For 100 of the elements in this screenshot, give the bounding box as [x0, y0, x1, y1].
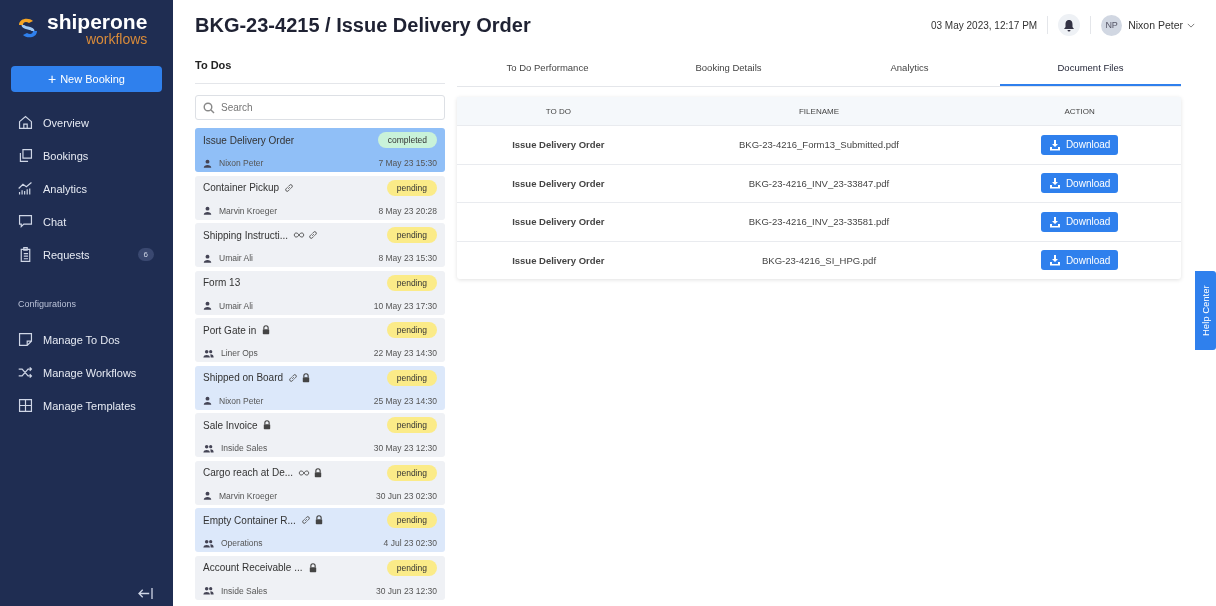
copy-icon — [17, 147, 34, 164]
todo-title: Issue Delivery Order — [203, 134, 295, 146]
todo-card[interactable]: Form 13 pending Umair Ali 10 May 23 17:30 — [195, 270, 445, 315]
download-icon — [1048, 138, 1061, 151]
column-header: TO DO — [544, 105, 572, 118]
chat-icon — [17, 213, 34, 230]
user-avatar[interactable]: NP — [1101, 14, 1123, 36]
download-button[interactable]: Download — [1040, 211, 1119, 232]
lock-icon — [313, 515, 324, 525]
table-cell: Issue Delivery Order — [512, 216, 605, 228]
brand-subtitle: workflows — [85, 31, 148, 46]
due-date: 7 May 23 15:30 — [378, 158, 437, 168]
nav-item[interactable]: Analytics — [11, 172, 162, 205]
todo-title: Container Pickup — [203, 182, 280, 193]
lock-icon — [307, 562, 318, 573]
due-date: 10 May 23 17:30 — [373, 300, 437, 311]
assignee-name: Inside Sales — [221, 585, 268, 596]
todo-card[interactable]: Container Pickup pending Marvin Kroeger 8 May 23 20:28 — [195, 175, 445, 220]
due-date: 4 Jul 23 02:30 — [383, 538, 437, 548]
tab[interactable]: To Do Performance — [457, 50, 638, 86]
search-field[interactable]: Search — [195, 95, 445, 120]
status-badge: pending — [386, 464, 437, 481]
user-name[interactable]: Nixon Peter — [1128, 19, 1183, 31]
todo-card[interactable]: Shipped on Board pending Nixon Peter 25 May 23 14:30 — [195, 365, 445, 410]
nav-item[interactable]: Manage Workflows — [11, 356, 162, 389]
nav-item[interactable]: Manage Templates — [11, 389, 162, 422]
page-title: BKG-23-4215 / Issue Delivery Order — [195, 13, 531, 37]
lock-icon — [261, 325, 272, 335]
todo-card[interactable]: Cargo reach at De... pending Marvin Kroeger 30 Jun 23 02:30 — [195, 460, 445, 505]
lock-icon — [301, 372, 312, 383]
table-cell: BKG-23-4216_SI_HPG.pdf — [761, 254, 877, 266]
download-button[interactable]: Download — [1040, 173, 1119, 194]
due-date: 30 May 23 12:30 — [373, 443, 437, 453]
todo-card[interactable]: Empty Container R... pending Operations 4 Jul 23 02:30 — [195, 508, 445, 552]
table-cell: BKG-23-4216_INV_23-33581.pdf — [748, 216, 890, 228]
infinity-icon — [298, 467, 311, 478]
todo-card[interactable]: Sale Invoice pending Inside Sales 30 May 23 12:30 — [195, 413, 445, 457]
collapse-icon[interactable] — [137, 587, 154, 600]
table-cell: Issue Delivery Order — [512, 177, 605, 189]
notification-button[interactable] — [1058, 14, 1081, 36]
due-date: 30 Jun 23 02:30 — [376, 490, 437, 501]
shuffle-icon — [17, 364, 34, 381]
download-button[interactable]: Download — [1040, 250, 1119, 271]
todo-title: Form 13 — [203, 277, 241, 288]
nav-item[interactable]: Requests 6 — [11, 238, 162, 271]
grid-icon — [17, 397, 34, 414]
status-badge: pending — [386, 274, 437, 291]
download-icon — [1048, 215, 1061, 228]
assignee-name: Nixon Peter — [219, 158, 264, 168]
todo-card[interactable]: Shipping Instructi... pending Umair Ali 8 May 23 15:30 — [195, 223, 445, 267]
column-header: FILENAME — [798, 105, 840, 118]
link-icon — [300, 515, 311, 525]
search-icon — [203, 101, 215, 114]
due-date: 8 May 23 20:28 — [378, 205, 437, 216]
new-booking-button[interactable]: + New Booking — [11, 66, 162, 92]
assignee-name: Inside Sales — [221, 443, 268, 453]
todo-title: Cargo reach at De... — [203, 467, 294, 478]
status-badge: pending — [386, 559, 437, 576]
todo-title: Account Receivable ... — [203, 562, 303, 573]
status-badge: pending — [386, 369, 437, 386]
nav-item[interactable]: Overview — [11, 106, 162, 139]
status-badge: pending — [386, 417, 437, 433]
download-icon — [1048, 254, 1061, 267]
todo-title: Port Gate in — [203, 324, 257, 336]
table-cell: BKG-23-4216_Form13_Submitted.pdf — [739, 139, 899, 151]
assignee-name: Nixon Peter — [219, 395, 264, 406]
due-date: 30 Jun 23 12:30 — [376, 585, 437, 596]
brand-name: shiperone — [47, 10, 148, 32]
todo-card[interactable]: Account Receivable ... pending Inside Sales 30 Jun 23 12:30 — [195, 555, 445, 600]
nav-item[interactable]: Manage To Dos — [11, 323, 162, 356]
chart-icon — [17, 180, 34, 197]
lock-icon — [313, 467, 324, 478]
table-cell: BKG-23-4216_INV_23-33847.pdf — [748, 177, 890, 189]
tab[interactable]: Booking Details — [638, 50, 819, 86]
assignee-name: Marvin Kroeger — [219, 205, 278, 216]
section-heading: Configurations — [18, 299, 78, 309]
link-icon — [308, 230, 319, 240]
table-cell: Issue Delivery Order — [512, 254, 605, 266]
due-date: 8 May 23 15:30 — [378, 253, 437, 263]
todo-title: Shipping Instructi... — [203, 229, 289, 241]
due-date: 22 May 23 14:30 — [373, 348, 437, 358]
todo-title: Sale Invoice — [203, 419, 258, 431]
nav-item[interactable]: Bookings — [11, 139, 162, 172]
todo-title: Empty Container R... — [203, 514, 296, 526]
nav-item[interactable]: Chat — [11, 205, 162, 238]
section-heading: To Dos — [195, 50, 445, 84]
help-center-tab[interactable]: Help Center — [1195, 271, 1216, 350]
count-badge: 6 — [137, 248, 154, 261]
todo-card[interactable]: Port Gate in pending Liner Ops 22 May 23 14:30 — [195, 318, 445, 362]
tab[interactable]: Analytics — [819, 50, 1000, 86]
table-cell: Issue Delivery Order — [512, 139, 605, 151]
date-time: 03 May 2023, 12:17 PM — [930, 19, 1038, 31]
bell-icon — [1063, 18, 1076, 32]
download-button[interactable]: Download — [1040, 134, 1119, 155]
todo-card[interactable]: Issue Delivery Order completed Nixon Peter 7 May 23 15:30 — [195, 128, 445, 172]
assignee-name: Liner Ops — [221, 348, 258, 358]
chevron-down-icon[interactable] — [1187, 22, 1195, 28]
tab[interactable]: Document Files — [1000, 50, 1181, 86]
due-date: 25 May 23 14:30 — [373, 395, 437, 406]
status-badge: pending — [386, 227, 437, 243]
